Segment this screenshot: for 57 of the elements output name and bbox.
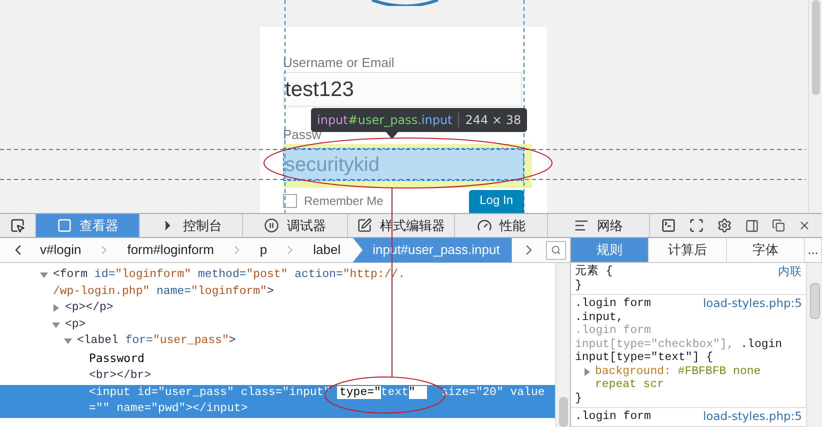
rule-source-link[interactable]: load-styles.php:5 bbox=[702, 410, 802, 424]
attribute-edit-field[interactable]: type="text" bbox=[337, 386, 428, 398]
tooltip-size: 244 × 38 bbox=[465, 112, 522, 129]
devtools-tab[interactable]: 调试器 bbox=[243, 214, 348, 237]
rule-source-link[interactable]: load-styles.php:5 bbox=[702, 297, 802, 310]
remember-label: Remember Me bbox=[304, 194, 384, 208]
split-console-icon[interactable] bbox=[660, 218, 676, 233]
markup-line[interactable]: <label for="user_pass"> bbox=[0, 333, 555, 350]
rule-brace: } bbox=[575, 392, 583, 405]
pause-icon bbox=[264, 218, 279, 233]
breadcrumb-item[interactable]: form#loginform bbox=[123, 238, 218, 262]
markup-line[interactable]: <p></p> bbox=[0, 300, 555, 316]
rule-selector: .login form input[type="checkbox"], .login input[type="text"] { bbox=[575, 324, 784, 364]
sidebar-tab[interactable]: ... bbox=[805, 238, 822, 262]
rule-source-link[interactable]: 内联 bbox=[778, 265, 802, 278]
scrollbar[interactable] bbox=[808, 0, 822, 213]
breadcrumb-item[interactable]: p bbox=[256, 238, 272, 262]
scrollbar[interactable] bbox=[806, 263, 822, 427]
password-label: Passw bbox=[283, 128, 322, 142]
devtools-tab[interactable]: 网络 bbox=[548, 214, 650, 237]
inspector-icon bbox=[56, 218, 72, 233]
dock-side-icon[interactable] bbox=[745, 218, 760, 232]
triangle-icon[interactable] bbox=[40, 271, 48, 280]
popout-icon[interactable] bbox=[772, 219, 786, 232]
tooltip-selector: input#user_pass.input bbox=[317, 112, 452, 129]
responsive-view-icon[interactable] bbox=[688, 218, 704, 233]
remember-checkbox[interactable] bbox=[283, 194, 297, 208]
username-label: Username or Email bbox=[283, 55, 396, 71]
search-field[interactable] bbox=[546, 240, 566, 260]
rule-brace: } bbox=[575, 278, 583, 292]
devtools-tab[interactable]: 控制台 bbox=[140, 214, 243, 237]
search-icon bbox=[550, 245, 561, 255]
triangle-icon[interactable] bbox=[52, 320, 60, 329]
breadcrumb-item[interactable]: v#login bbox=[36, 238, 86, 262]
settings-icon[interactable] bbox=[716, 218, 732, 233]
rule-selector: 元素 { bbox=[575, 265, 614, 278]
markup-line[interactable]: <br></br> bbox=[0, 368, 555, 384]
close-icon[interactable] bbox=[798, 219, 812, 232]
gauge-icon bbox=[476, 218, 492, 233]
rule-selector: .login form bbox=[575, 410, 652, 424]
pen-square-icon bbox=[357, 218, 372, 233]
scrollbar[interactable] bbox=[555, 263, 570, 427]
lines-icon bbox=[574, 218, 589, 233]
markup-line[interactable]: Password bbox=[0, 350, 555, 368]
devtools-tab[interactable]: 性能 bbox=[455, 214, 548, 237]
sidebar-tab[interactable]: 字体 bbox=[727, 238, 805, 262]
triangle-icon[interactable] bbox=[583, 368, 591, 376]
triangle-icon[interactable] bbox=[52, 304, 60, 312]
breadcrumb-item[interactable]: label bbox=[309, 238, 345, 262]
login-button[interactable]: Log In bbox=[468, 190, 524, 213]
sidebar-tab[interactable]: 计算后 bbox=[649, 238, 727, 262]
pointer-icon bbox=[10, 218, 25, 233]
rule-selector: .login form .input, bbox=[575, 297, 652, 324]
username-field[interactable]: test123 bbox=[283, 72, 522, 107]
markup-line[interactable]: <p> bbox=[0, 316, 555, 333]
css-declaration: background: #FBFBFB none repeat scr bbox=[575, 364, 802, 392]
triangle-icon[interactable] bbox=[64, 337, 72, 346]
